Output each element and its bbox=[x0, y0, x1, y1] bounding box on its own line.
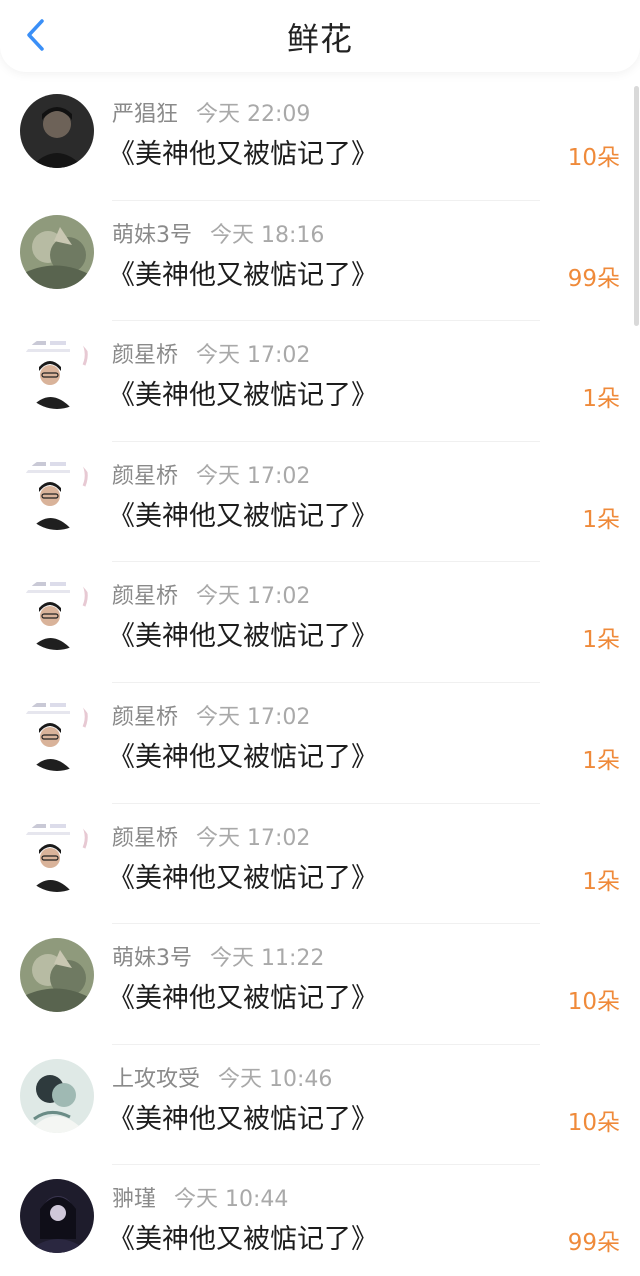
avatar[interactable] bbox=[20, 94, 94, 168]
avatar[interactable] bbox=[20, 817, 94, 892]
list-item[interactable]: 萌妹3号 今天 18:16 《美神他又被惦记了》 99朵 bbox=[0, 201, 640, 322]
timestamp: 今天 22:09 bbox=[196, 102, 311, 127]
user-name[interactable]: 颜星桥 bbox=[112, 584, 178, 609]
user-name[interactable]: 严猖狂 bbox=[112, 102, 178, 127]
book-title[interactable]: 《美神他又被惦记了》 bbox=[108, 494, 378, 533]
book-title[interactable]: 《美神他又被惦记了》 bbox=[108, 1217, 378, 1256]
user-name[interactable]: 萌妹3号 bbox=[112, 223, 192, 248]
timestamp: 今天 17:02 bbox=[196, 704, 311, 730]
user-name[interactable]: 上攻攻受 bbox=[112, 1067, 200, 1092]
book-title[interactable]: 《美神他又被惦记了》 bbox=[108, 373, 378, 412]
user-name[interactable]: 萌妹3号 bbox=[112, 946, 192, 971]
item-meta: 上攻攻受 今天 10:46 bbox=[112, 1061, 332, 1093]
flower-count: 1朵 bbox=[582, 386, 620, 413]
avatar[interactable] bbox=[20, 214, 94, 289]
list-item[interactable]: 颜星桥 今天 17:02 《美神他又被惦记了》 1朵 bbox=[0, 562, 640, 683]
user-name[interactable]: 颜星桥 bbox=[112, 343, 178, 368]
avatar[interactable] bbox=[20, 1058, 94, 1133]
page-title: 鲜花 bbox=[286, 20, 353, 58]
flower-count: 10朵 bbox=[567, 145, 620, 171]
timestamp: 今天 17:02 bbox=[196, 825, 311, 851]
avatar[interactable] bbox=[20, 335, 94, 410]
flower-count: 10朵 bbox=[567, 989, 620, 1016]
user-name[interactable]: 翀瑾 bbox=[112, 1187, 156, 1212]
avatar[interactable] bbox=[20, 455, 94, 530]
flower-count: 99朵 bbox=[567, 265, 620, 292]
item-meta: 颜星桥 今天 17:02 bbox=[112, 337, 310, 369]
user-name[interactable]: 颜星桥 bbox=[112, 705, 178, 730]
user-name[interactable]: 颜星桥 bbox=[112, 826, 178, 851]
list-item[interactable]: 颜星桥 今天 17:02 《美神他又被惦记了》 1朵 bbox=[0, 804, 640, 925]
list-item[interactable]: 颜星桥 今天 17:02 《美神他又被惦记了》 1朵 bbox=[0, 442, 640, 563]
item-meta: 严猖狂 今天 22:09 bbox=[112, 96, 310, 128]
scrollbar[interactable] bbox=[634, 86, 639, 326]
list-item[interactable]: 严猖狂 今天 22:09 《美神他又被惦记了》 10朵 bbox=[0, 80, 640, 201]
book-title[interactable]: 《美神他又被惦记了》 bbox=[108, 132, 378, 171]
book-title[interactable]: 《美神他又被惦记了》 bbox=[108, 1097, 378, 1136]
book-title[interactable]: 《美神他又被惦记了》 bbox=[108, 856, 378, 895]
avatar[interactable] bbox=[20, 938, 94, 1013]
item-meta: 翀瑾 今天 10:44 bbox=[112, 1181, 288, 1213]
item-meta: 颜星桥 今天 17:02 bbox=[112, 458, 310, 490]
avatar[interactable] bbox=[20, 1179, 94, 1254]
timestamp: 今天 17:02 bbox=[196, 343, 311, 369]
top-nav-bar: 鲜花 bbox=[0, 0, 640, 72]
timestamp: 今天 18:16 bbox=[210, 222, 325, 248]
list-item[interactable]: 翀瑾 今天 10:44 《美神他又被惦记了》 99朵 bbox=[0, 1165, 640, 1276]
timestamp: 今天 11:22 bbox=[210, 946, 325, 972]
flower-count: 1朵 bbox=[582, 506, 620, 533]
timestamp: 今天 17:02 bbox=[196, 463, 311, 489]
item-meta: 萌妹3号 今天 11:22 bbox=[112, 940, 324, 972]
book-title[interactable]: 《美神他又被惦记了》 bbox=[108, 976, 378, 1015]
list-item[interactable]: 萌妹3号 今天 11:22 《美神他又被惦记了》 10朵 bbox=[0, 924, 640, 1045]
list-item[interactable]: 上攻攻受 今天 10:46 《美神他又被惦记了》 10朵 bbox=[0, 1045, 640, 1166]
flower-count: 1朵 bbox=[582, 747, 620, 774]
timestamp: 今天 17:02 bbox=[196, 584, 311, 610]
item-meta: 颜星桥 今天 17:02 bbox=[112, 699, 310, 731]
book-title[interactable]: 《美神他又被惦记了》 bbox=[108, 614, 378, 653]
flower-list: 严猖狂 今天 22:09 《美神他又被惦记了》 10朵 萌妹3号 今天 18:16 … bbox=[0, 80, 640, 1276]
timestamp: 今天 10:46 bbox=[218, 1066, 333, 1092]
user-name[interactable]: 颜星桥 bbox=[112, 464, 178, 489]
book-title[interactable]: 《美神他又被惦记了》 bbox=[108, 735, 378, 774]
avatar[interactable] bbox=[20, 576, 94, 651]
avatar[interactable] bbox=[20, 696, 94, 771]
flower-count: 99朵 bbox=[567, 1230, 620, 1257]
book-title[interactable]: 《美神他又被惦记了》 bbox=[108, 253, 378, 292]
item-meta: 萌妹3号 今天 18:16 bbox=[112, 217, 324, 249]
flower-count: 1朵 bbox=[582, 868, 620, 895]
flower-count: 10朵 bbox=[567, 1109, 620, 1136]
item-meta: 颜星桥 今天 17:02 bbox=[112, 578, 310, 610]
timestamp: 今天 10:44 bbox=[174, 1187, 289, 1213]
list-item[interactable]: 颜星桥 今天 17:02 《美神他又被惦记了》 1朵 bbox=[0, 683, 640, 804]
list-item[interactable]: 颜星桥 今天 17:02 《美神他又被惦记了》 1朵 bbox=[0, 321, 640, 442]
flower-count: 1朵 bbox=[582, 627, 620, 654]
item-meta: 颜星桥 今天 17:02 bbox=[112, 820, 310, 852]
